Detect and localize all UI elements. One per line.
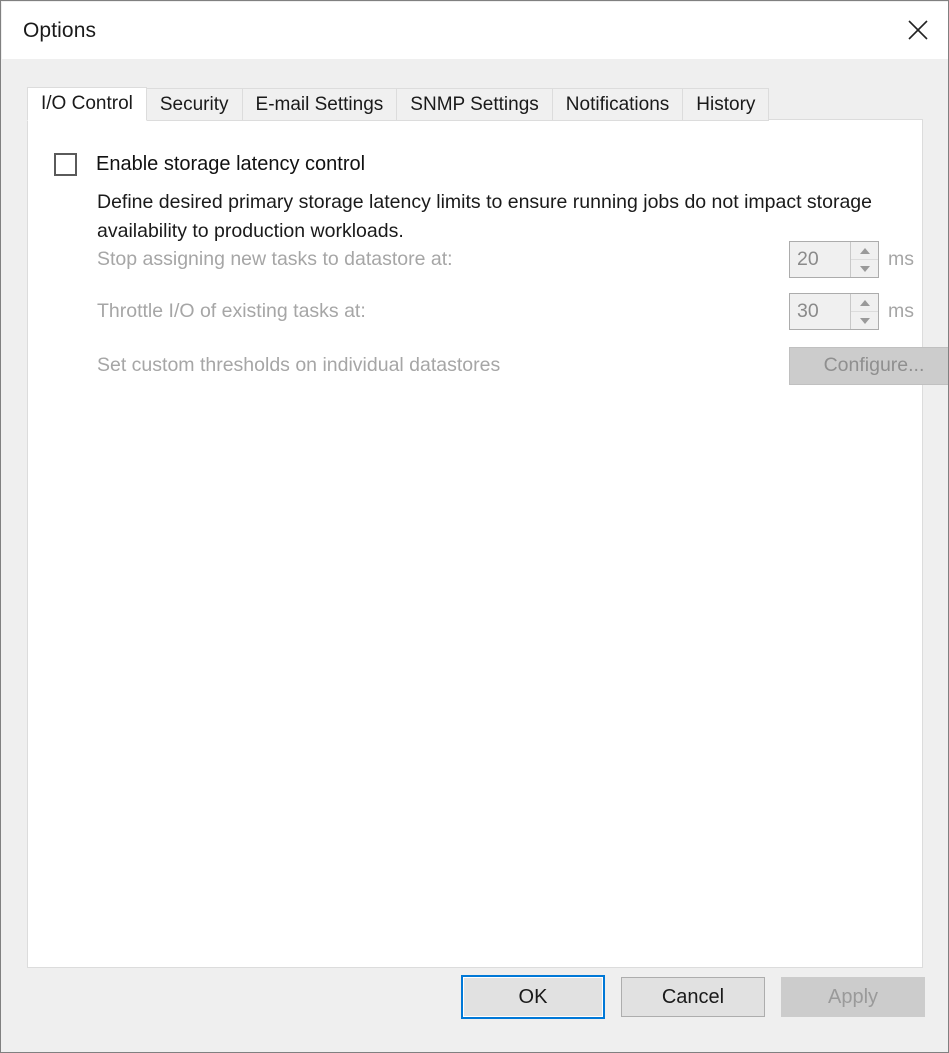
chevron-up-icon[interactable]: [851, 294, 878, 312]
configure-button[interactable]: Configure...: [789, 346, 948, 385]
throttle-io-label: Throttle I/O of existing tasks at:: [97, 300, 366, 322]
throttle-io-unit: ms: [888, 300, 914, 322]
enable-storage-latency-control-label: Enable storage latency control: [96, 153, 366, 175]
tab-email-settings[interactable]: E-mail Settings: [241, 88, 398, 121]
chevron-up-icon[interactable]: [851, 242, 878, 260]
stop-assigning-tasks-stepper[interactable]: 20: [789, 241, 879, 278]
tab-label: Notifications: [565, 93, 670, 115]
tab-history[interactable]: History: [682, 88, 770, 121]
chevron-down-icon[interactable]: [851, 260, 878, 277]
tab-io-control[interactable]: I/O Control: [27, 87, 147, 121]
tab-label: SNMP Settings: [410, 93, 539, 115]
cancel-button[interactable]: Cancel: [621, 977, 765, 1017]
tab-snmp-settings[interactable]: SNMP Settings: [396, 88, 553, 121]
tab-label: Security: [159, 93, 229, 115]
window-title: Options: [23, 18, 97, 42]
custom-thresholds-row: Set custom thresholds on individual data…: [97, 346, 948, 385]
stepper-buttons: [850, 294, 878, 329]
stepper-buttons: [850, 242, 878, 277]
throttle-io-row: Throttle I/O of existing tasks at: 30 ms: [97, 293, 917, 330]
tab-security[interactable]: Security: [145, 88, 243, 121]
close-button[interactable]: [887, 2, 948, 58]
chevron-down-icon[interactable]: [851, 312, 878, 329]
tab-strip: I/O Control Security E-mail Settings SNM…: [27, 87, 770, 121]
enable-storage-latency-control-checkbox[interactable]: [54, 153, 77, 176]
io-control-description: Define desired primary storage latency l…: [97, 191, 872, 242]
tab-label: I/O Control: [41, 93, 133, 114]
stop-assigning-tasks-row: Stop assigning new tasks to datastore at…: [97, 241, 917, 278]
options-dialog: Options I/O Control Security E-mail Sett…: [0, 0, 949, 1053]
apply-button[interactable]: Apply: [781, 977, 925, 1017]
close-icon: [907, 19, 929, 41]
enable-storage-latency-control-row[interactable]: Enable storage latency control: [54, 153, 365, 176]
dialog-footer: OK Cancel Apply: [1, 967, 948, 1052]
stop-assigning-tasks-unit: ms: [888, 248, 914, 270]
stop-assigning-tasks-value[interactable]: 20: [790, 242, 850, 277]
stop-assigning-tasks-label: Stop assigning new tasks to datastore at…: [97, 248, 453, 270]
tab-label: E-mail Settings: [255, 93, 384, 115]
throttle-io-value[interactable]: 30: [790, 294, 850, 329]
io-control-content: Enable storage latency control Define de…: [28, 120, 948, 967]
tab-label: History: [696, 93, 756, 115]
tab-panel-io-control: Enable storage latency control Define de…: [27, 119, 948, 968]
ok-button[interactable]: OK: [461, 975, 605, 1019]
tab-notifications[interactable]: Notifications: [551, 88, 684, 121]
custom-thresholds-label: Set custom thresholds on individual data…: [97, 354, 501, 376]
throttle-io-stepper[interactable]: 30: [789, 293, 879, 330]
title-bar: Options: [2, 2, 948, 59]
